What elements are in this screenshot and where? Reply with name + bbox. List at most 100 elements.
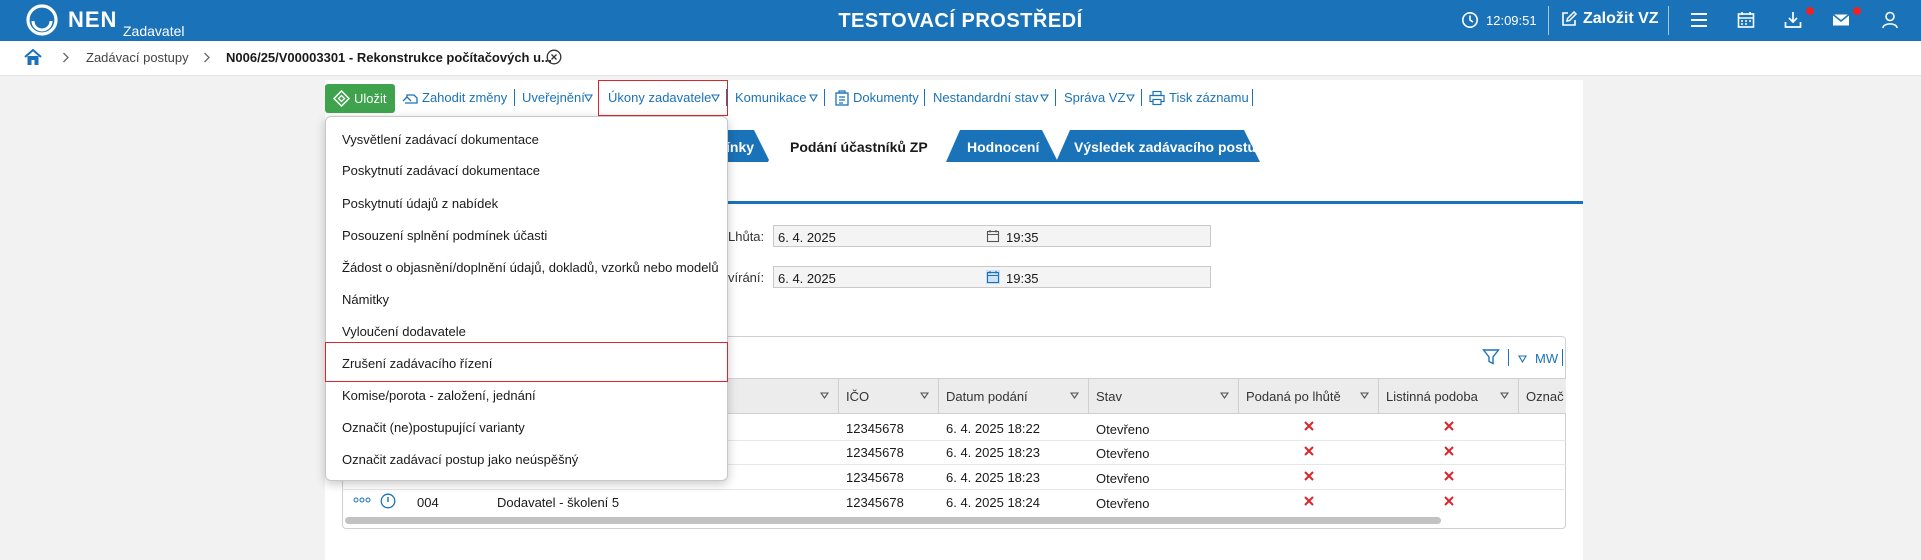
column-menu-arrow-icon[interactable] <box>1500 392 1509 399</box>
cross-icon <box>1304 496 1314 506</box>
menu-icon[interactable] <box>1689 10 1709 30</box>
chevron-right-icon <box>204 52 210 63</box>
opening-field[interactable]: 6. 4. 2025 19:35 <box>773 266 1211 288</box>
top-bar: NEN Zadavatel TESTOVACÍ PROSTŘEDÍ 12:09:… <box>0 0 1921 41</box>
menu-item-cancel-procurement[interactable]: Zrušení zadávacího řízení <box>342 356 492 371</box>
deadline-label: Lhůta: <box>728 229 765 244</box>
actions-menu-highlight <box>598 80 728 116</box>
contract-admin-menu-button[interactable]: Správa VZ <box>1064 90 1125 105</box>
deadline-field[interactable]: 6. 4. 2025 19:35 <box>773 225 1211 247</box>
topbar-divider <box>1668 6 1669 35</box>
cross-icon <box>1304 421 1314 431</box>
calendar-icon[interactable] <box>986 270 1000 284</box>
discard-changes-button[interactable]: Zahodit změny <box>422 90 507 105</box>
tab-evaluation[interactable]: Hodnocení <box>946 130 1058 162</box>
mw-view-button[interactable]: MW <box>1535 351 1558 366</box>
mail-icon[interactable] <box>1831 10 1851 30</box>
cross-icon <box>1444 471 1454 481</box>
save-label: Uložit <box>354 91 387 106</box>
create-contract-button[interactable]: Založit VZ <box>1583 10 1659 28</box>
menu-item-mark-advancing-variants[interactable]: Označit (ne)postupující varianty <box>342 420 525 435</box>
filter-icon[interactable] <box>1482 348 1500 366</box>
row-more-icon[interactable] <box>353 497 371 503</box>
menu-item-objections[interactable]: Námitky <box>342 292 389 307</box>
cell-submission-date: 6. 4. 2025 18:23 <box>946 445 1040 460</box>
column-divider <box>838 378 839 414</box>
nonstandard-state-menu-button[interactable]: Nestandardní stav <box>933 90 1039 105</box>
cell-status: Otevřeno <box>1096 446 1150 461</box>
cell-number: 004 <box>417 495 439 510</box>
print-record-button[interactable]: Tisk záznamu <box>1169 90 1249 105</box>
brand-subtitle: Zadavatel <box>123 23 185 39</box>
cross-icon <box>1444 496 1454 506</box>
edit-icon[interactable] <box>1560 10 1578 28</box>
column-divider <box>1518 378 1519 414</box>
cell-submission-date: 6. 4. 2025 18:22 <box>946 421 1040 436</box>
cell-ico: 12345678 <box>846 445 904 460</box>
toolbar-divider <box>1562 349 1563 366</box>
cross-icon <box>1444 446 1454 456</box>
tab-participant-submissions[interactable]: Podání účastníků ZP <box>768 130 948 162</box>
column-menu-arrow-icon[interactable] <box>1220 392 1229 399</box>
dropdown-arrow-icon <box>809 94 818 102</box>
horizontal-scrollbar[interactable] <box>345 517 1441 524</box>
calendar-icon[interactable] <box>986 229 1000 243</box>
chevron-right-icon <box>63 52 69 63</box>
menu-item-tender-doc-provision[interactable]: Poskytnutí zadávací dokumentace <box>342 163 540 178</box>
column-menu-arrow-icon[interactable] <box>820 392 829 399</box>
close-icon[interactable] <box>546 49 562 65</box>
cell-supplier-name: Dodavatel - školení 5 <box>497 495 620 510</box>
column-menu-arrow-icon[interactable] <box>1360 392 1369 399</box>
menu-item-supplier-exclusion[interactable]: Vyloučení dodavatele <box>342 324 466 339</box>
menu-item-mark-unsuccessful[interactable]: Označit zadávací postup jako neúspěšný <box>342 452 578 467</box>
menu-item-committee-meeting[interactable]: Komise/porota - založení, jednání <box>342 388 536 403</box>
save-button[interactable]: Uložit <box>325 84 395 113</box>
clock-icon <box>1462 12 1478 28</box>
brand-name: NEN <box>68 7 118 32</box>
cell-submission-date: 6. 4. 2025 18:24 <box>946 495 1040 510</box>
dropdown-arrow-icon[interactable] <box>1518 355 1527 363</box>
dropdown-arrow-icon <box>584 94 593 102</box>
cell-status: Otevřeno <box>1096 471 1150 486</box>
cross-icon <box>1444 421 1454 431</box>
row-divider <box>342 489 1566 490</box>
toolbar-divider <box>1141 89 1142 106</box>
column-header-paper-form[interactable]: Listinná podoba <box>1386 389 1478 404</box>
cell-status: Otevřeno <box>1096 496 1150 511</box>
column-header-status[interactable]: Stav <box>1096 389 1122 404</box>
breadcrumb-procurements-link[interactable]: Zadávací postupy <box>86 50 189 65</box>
calendar-icon[interactable] <box>1736 10 1756 30</box>
print-icon <box>1149 90 1165 106</box>
column-menu-arrow-icon[interactable] <box>1070 392 1079 399</box>
toolbar-divider <box>924 89 925 106</box>
toolbar-divider <box>824 89 825 106</box>
menu-item-tender-doc-explanation[interactable]: Vysvětlení zadávací dokumentace <box>342 132 539 147</box>
menu-item-clarification-request[interactable]: Žádost o objasnění/doplnění údajů, dokla… <box>342 260 719 275</box>
menu-item-qualification-assessment[interactable]: Posouzení splnění podmínek účasti <box>342 228 547 243</box>
menu-item-bid-data-provision[interactable]: Poskytnutí údajů z nabídek <box>342 196 498 211</box>
topbar-divider <box>1548 6 1549 35</box>
column-header-ico[interactable]: IČO <box>846 389 869 404</box>
user-icon[interactable] <box>1880 10 1900 30</box>
cell-ico: 12345678 <box>846 421 904 436</box>
publish-menu-button[interactable]: Uveřejnění <box>522 90 585 105</box>
home-icon[interactable] <box>24 49 42 66</box>
column-divider <box>1378 378 1379 414</box>
save-icon <box>333 90 350 107</box>
column-header-marking[interactable]: Označ <box>1526 389 1564 404</box>
column-menu-arrow-icon[interactable] <box>920 392 929 399</box>
nen-logo-icon[interactable] <box>26 4 58 36</box>
communication-menu-button[interactable]: Komunikace <box>735 90 807 105</box>
toolbar-divider <box>726 89 727 106</box>
column-divider <box>1088 378 1089 414</box>
download-icon[interactable] <box>1783 10 1803 30</box>
toolbar-divider <box>514 89 515 106</box>
download-badge <box>1806 7 1814 15</box>
tab-procurement-result[interactable]: Výsledek zadávacího postupu <box>1056 130 1273 162</box>
breadcrumb-current-procurement[interactable]: N006/25/V00003301 - Rekonstrukce počítač… <box>226 50 552 65</box>
column-header-submission-date[interactable]: Datum podání <box>946 389 1028 404</box>
session-time: 12:09:51 <box>1486 13 1537 28</box>
documents-button[interactable]: Dokumenty <box>853 90 919 105</box>
column-header-late-submission[interactable]: Podaná po lhůtě <box>1246 389 1341 404</box>
info-icon[interactable] <box>380 493 396 509</box>
